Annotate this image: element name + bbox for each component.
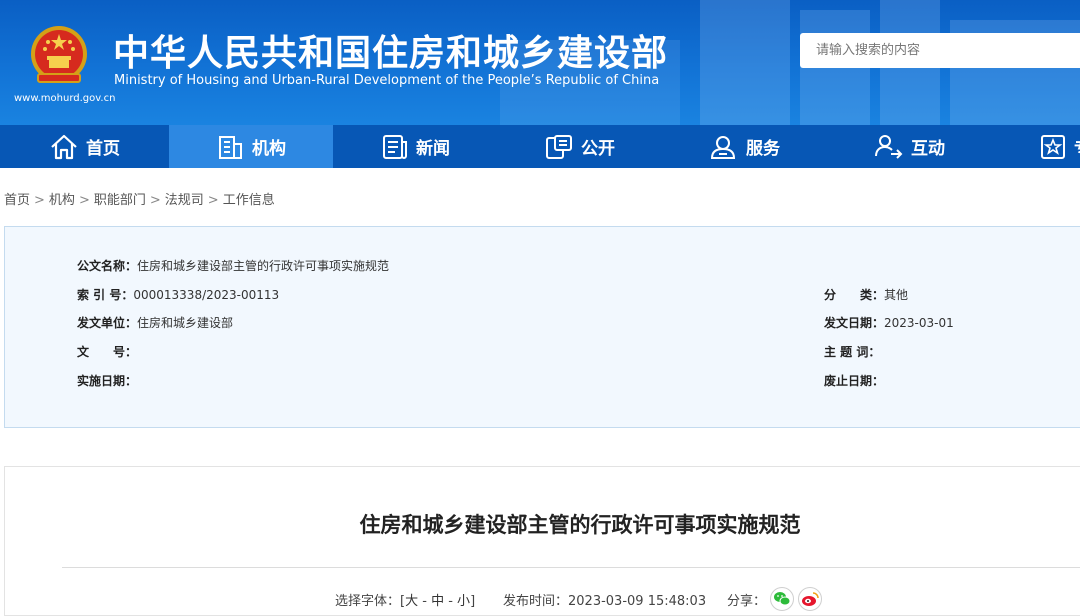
nav-item-home[interactable]: 首页 bbox=[50, 125, 120, 168]
site-title: 中华人民共和国住房和城乡建设部 bbox=[113, 33, 669, 74]
home-icon bbox=[51, 134, 77, 159]
font-size-separator: - bbox=[444, 594, 458, 609]
nav-item-label: 专 bbox=[1074, 134, 1080, 159]
info-value: 其他 bbox=[884, 288, 909, 302]
font-size-close: ] bbox=[470, 594, 476, 609]
info-label: 分 类： bbox=[824, 288, 885, 302]
nav-item-organization[interactable]: 机构 bbox=[169, 125, 333, 168]
info-label: 公文名称： bbox=[77, 259, 138, 273]
info-value: 住房和城乡建设部 bbox=[137, 316, 234, 330]
nav-item-service[interactable]: 服务 bbox=[710, 125, 780, 168]
font-size-selector: 选择字体：[大 - 中 - 小] bbox=[335, 590, 475, 609]
breadcrumb-item-organization[interactable]: 机构 bbox=[49, 189, 75, 208]
breadcrumb-separator: > bbox=[149, 193, 161, 208]
service-user-icon bbox=[710, 135, 736, 159]
nav-item-open[interactable]: 公开 bbox=[545, 125, 615, 168]
font-size-separator: - bbox=[418, 594, 432, 609]
national-emblem-icon[interactable] bbox=[28, 24, 90, 88]
nav-item-label: 新闻 bbox=[416, 139, 450, 159]
breadcrumb-item-home[interactable]: 首页 bbox=[4, 189, 30, 208]
nav-item-interaction[interactable]: 互动 bbox=[875, 125, 945, 168]
breadcrumb-separator: > bbox=[207, 193, 219, 208]
site-header: 中华人民共和国住房和城乡建设部 Ministry of Housing and … bbox=[0, 0, 1080, 125]
open-government-icon bbox=[546, 134, 572, 159]
info-index-number: 索 引 号：000013338/2023-00113 bbox=[77, 286, 279, 303]
nav-item-label: 公开 bbox=[581, 139, 615, 159]
info-category: 分 类：其他 bbox=[824, 286, 908, 303]
info-label: 文 号： bbox=[77, 345, 138, 359]
search-input[interactable] bbox=[800, 33, 1080, 68]
publish-time: 发布时间：2023-03-09 15:48:03 bbox=[503, 590, 706, 609]
interaction-icon bbox=[875, 134, 903, 159]
breadcrumb-separator: > bbox=[34, 193, 45, 208]
nav-item-news[interactable]: 新闻 bbox=[382, 125, 450, 168]
font-size-large-button[interactable]: 大 bbox=[405, 594, 418, 609]
info-label: 索 引 号： bbox=[77, 288, 134, 302]
main-nav: 首页 机构 新闻 公开 服务 互动 专 bbox=[0, 125, 1080, 168]
info-label: 主 题 词： bbox=[824, 345, 881, 359]
breadcrumb-item-departments[interactable]: 职能部门 bbox=[94, 189, 146, 208]
info-doc-name: 公文名称：住房和城乡建设部主管的行政许可事项实施规范 bbox=[77, 257, 389, 274]
info-label: 废止日期： bbox=[824, 374, 885, 388]
nav-item-label: 机构 bbox=[252, 139, 286, 159]
publish-time-value: 2023-03-09 15:48:03 bbox=[568, 594, 707, 609]
info-issuer: 发文单位：住房和城乡建设部 bbox=[77, 314, 233, 331]
info-label: 实施日期： bbox=[77, 374, 138, 388]
nav-item-label: 服务 bbox=[746, 139, 780, 159]
info-issue-date: 发文日期：2023-03-01 bbox=[824, 314, 954, 331]
info-value: 000013338/2023-00113 bbox=[133, 288, 280, 302]
info-doc-number: 文 号： bbox=[77, 343, 137, 360]
info-repeal-date: 废止日期： bbox=[824, 372, 884, 389]
article-title: 住房和城乡建设部主管的行政许可事项实施规范 bbox=[359, 513, 801, 537]
breadcrumb-separator: > bbox=[78, 193, 90, 208]
info-value: 住房和城乡建设部主管的行政许可事项实施规范 bbox=[137, 259, 390, 273]
breadcrumb-item-work-info[interactable]: 工作信息 bbox=[223, 189, 275, 208]
site-domain: www.mohurd.gov.cn bbox=[14, 93, 116, 104]
news-icon bbox=[383, 134, 407, 159]
font-size-medium-button[interactable]: 中 bbox=[431, 594, 444, 609]
info-effective-date: 实施日期： bbox=[77, 372, 137, 389]
article-divider bbox=[62, 567, 1080, 568]
info-label: 发文单位： bbox=[77, 316, 138, 330]
share-label: 分享： bbox=[727, 594, 767, 609]
breadcrumb-item-legal-dept[interactable]: 法规司 bbox=[165, 189, 204, 208]
info-value: 2023-03-01 bbox=[884, 316, 954, 330]
star-box-icon bbox=[1041, 134, 1065, 159]
site-subtitle: Ministry of Housing and Urban-Rural Deve… bbox=[114, 73, 660, 88]
font-size-label: 选择字体：[ bbox=[335, 594, 406, 609]
font-size-small-button[interactable]: 小 bbox=[457, 594, 470, 609]
building-icon bbox=[219, 135, 242, 159]
nav-item-label: 首页 bbox=[86, 139, 120, 159]
nav-item-label: 互动 bbox=[911, 139, 945, 159]
publish-time-label: 发布时间： bbox=[503, 594, 569, 609]
info-keywords: 主 题 词： bbox=[824, 343, 880, 360]
wechat-icon[interactable] bbox=[770, 587, 794, 611]
nav-item-special[interactable]: 专 bbox=[1040, 125, 1080, 168]
breadcrumb: 首页 > 机构 > 职能部门 > 法规司 > 工作信息 bbox=[4, 189, 275, 208]
header-background-building bbox=[700, 0, 790, 125]
info-label: 发文日期： bbox=[824, 316, 885, 330]
weibo-icon[interactable] bbox=[798, 587, 822, 611]
